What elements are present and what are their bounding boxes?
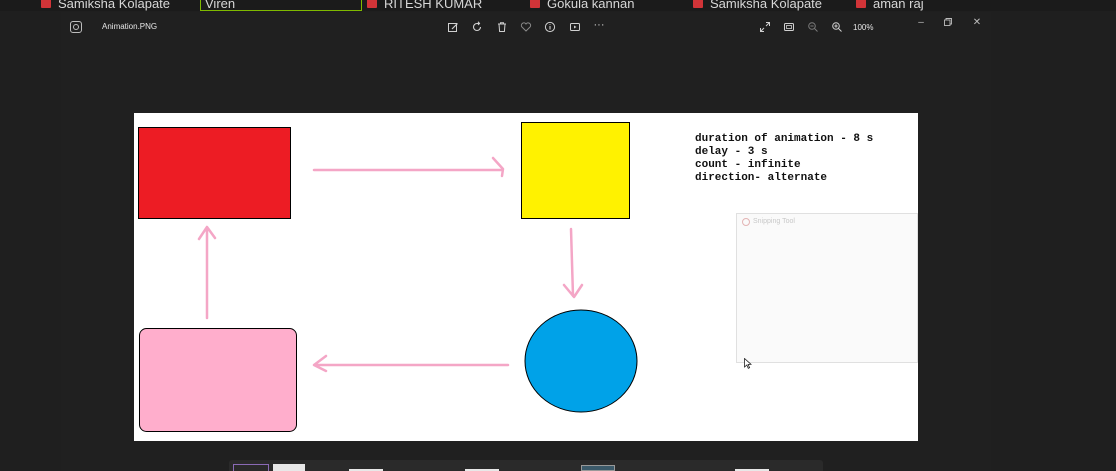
expand-icon[interactable] — [759, 21, 771, 33]
snipping-tool-window[interactable]: Snipping Tool — [736, 213, 918, 363]
participant-name: Samiksha Kolapate — [710, 0, 823, 11]
participant-name: Viren — [205, 0, 236, 11]
pink-box — [139, 328, 297, 432]
more-icon[interactable]: ··· — [593, 19, 605, 31]
delete-icon[interactable] — [496, 21, 508, 33]
note-line: delay - 3 s — [695, 146, 768, 158]
title-bar: Animation.PNG ··· 100% – ✕ — [61, 12, 991, 42]
animation-notes: duration of animation - 8 s delay - 3 s … — [695, 133, 873, 185]
arrow-right — [312, 156, 505, 178]
snipping-tool-icon — [742, 218, 750, 226]
acrobat-icon — [40, 0, 52, 9]
image-canvas: duration of animation - 8 s delay - 3 s … — [134, 113, 918, 441]
photos-app-icon — [70, 21, 82, 33]
participant-name: aman raj — [873, 0, 924, 11]
minimize-icon[interactable]: – — [915, 17, 927, 29]
yellow-box — [521, 122, 630, 219]
zoom-level[interactable]: 100% — [853, 23, 873, 32]
participant-tile-active[interactable]: Viren — [200, 0, 362, 11]
blue-circle — [524, 309, 638, 413]
acrobat-icon — [529, 0, 541, 9]
edit-icon[interactable] — [447, 21, 459, 33]
slideshow-icon[interactable] — [569, 21, 581, 33]
note-line: direction- alternate — [695, 172, 828, 184]
participant-tile[interactable]: aman raj — [855, 0, 924, 11]
participant-name: Gokula kannan — [547, 0, 635, 11]
rotate-icon[interactable] — [471, 21, 483, 33]
note-line: count - infinite — [695, 159, 801, 171]
restore-icon[interactable] — [943, 17, 953, 27]
participant-tile[interactable]: RITESH KUMAR — [366, 0, 482, 11]
file-name: Animation.PNG — [102, 22, 158, 31]
close-icon[interactable]: ✕ — [971, 17, 983, 29]
arrow-up — [197, 225, 217, 320]
arrow-down — [562, 227, 584, 299]
acrobat-icon — [366, 0, 378, 9]
participant-tile[interactable]: Samiksha Kolapate — [40, 0, 170, 11]
info-icon[interactable] — [544, 21, 556, 33]
snipping-tool-label: Snipping Tool — [753, 218, 795, 225]
arrow-left — [312, 354, 510, 373]
participant-name: RITESH KUMAR — [384, 0, 483, 11]
participant-tile[interactable]: Samiksha Kolapate — [692, 0, 822, 11]
favorite-icon[interactable] — [520, 21, 532, 33]
participant-name: Samiksha Kolapate — [58, 0, 171, 11]
fit-icon[interactable] — [783, 21, 795, 33]
thumbnail[interactable] — [581, 465, 615, 471]
zoom-in-icon[interactable] — [831, 21, 843, 33]
note-line: duration of animation - 8 s — [695, 133, 874, 145]
zoom-out-icon[interactable] — [807, 21, 819, 33]
participant-strip: Samiksha Kolapate Viren RITESH KUMAR Gok… — [0, 0, 1116, 11]
acrobat-icon — [692, 0, 704, 9]
participant-tile[interactable]: Gokula kannan — [529, 0, 634, 11]
acrobat-icon — [855, 0, 867, 9]
photos-window: Animation.PNG ··· 100% – ✕ duration of a… — [61, 12, 991, 471]
thumbnail[interactable] — [273, 464, 305, 471]
mouse-cursor-icon — [744, 358, 752, 369]
filmstrip — [229, 460, 823, 471]
red-box — [138, 127, 291, 219]
thumbnail-selected[interactable] — [233, 464, 269, 471]
